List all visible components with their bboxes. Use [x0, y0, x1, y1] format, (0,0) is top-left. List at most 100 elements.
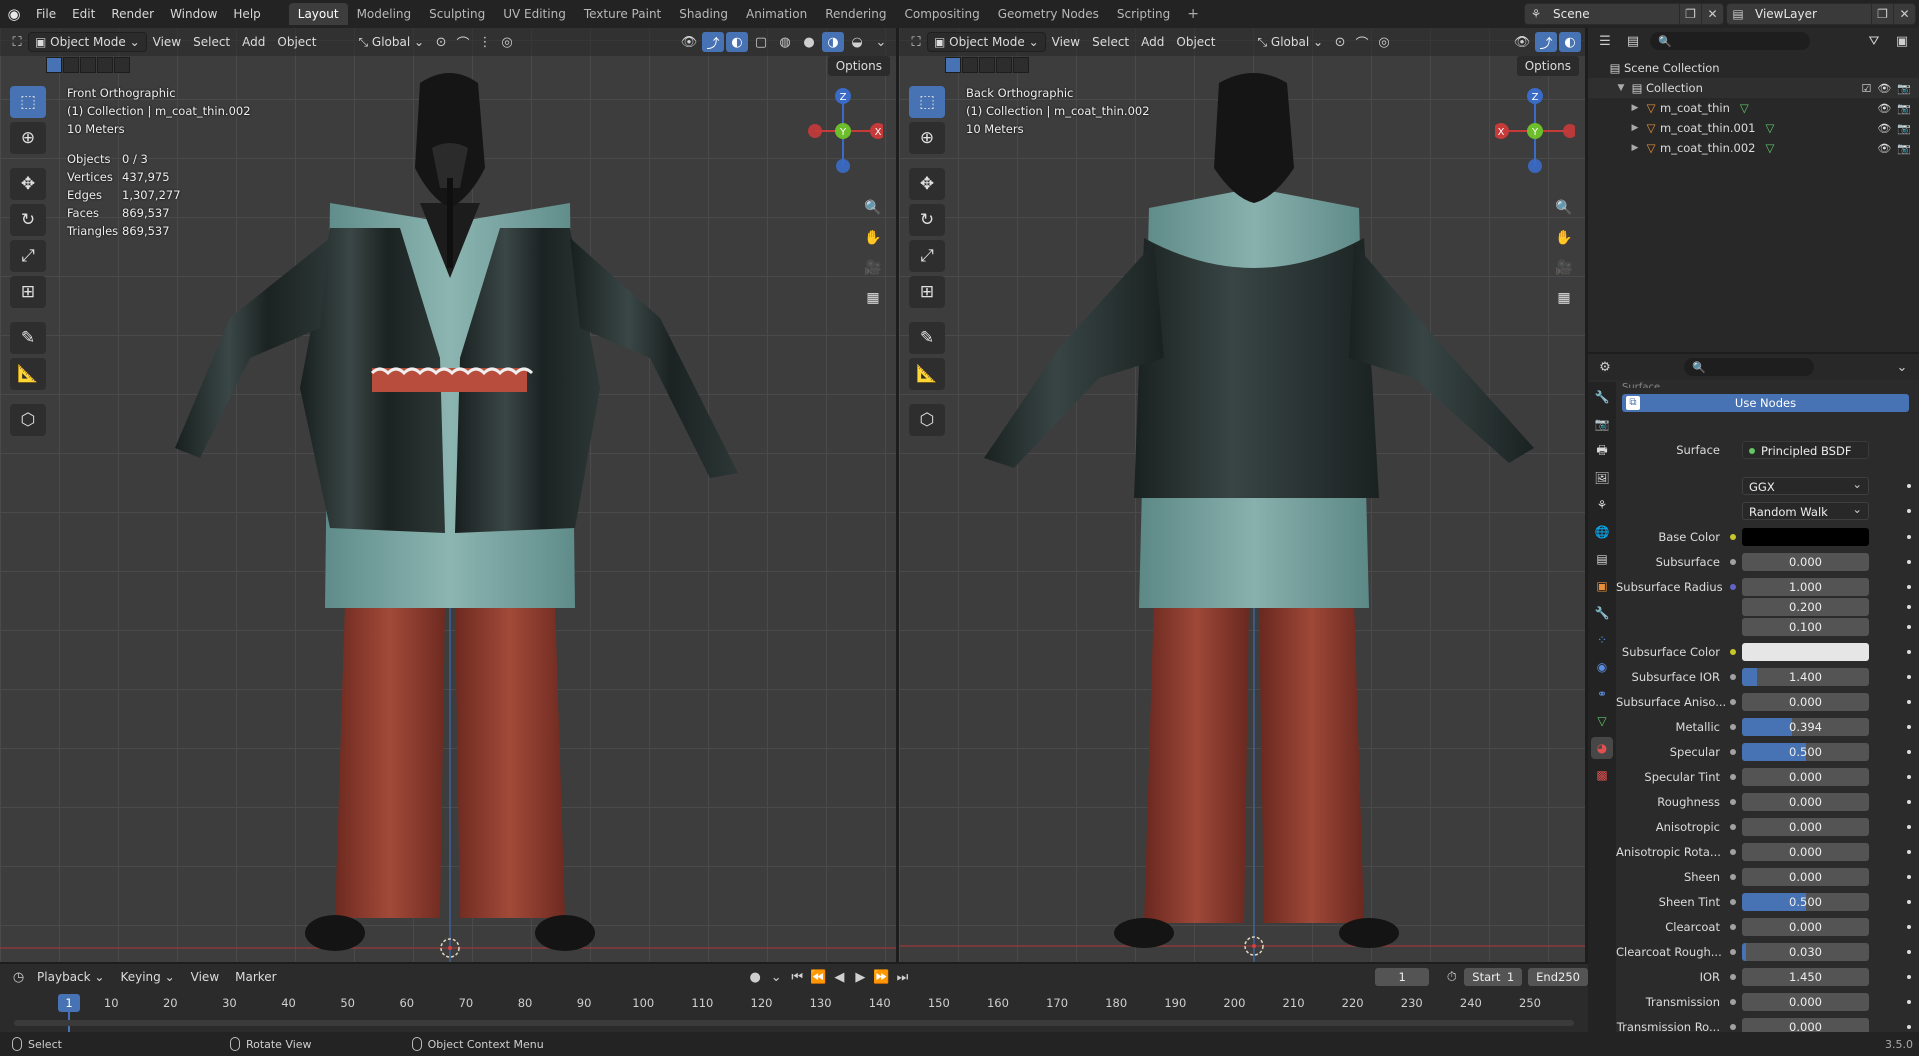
- keyframe-dot[interactable]: [1907, 535, 1911, 539]
- scale-tool-icon[interactable]: ⤢: [909, 240, 945, 272]
- keyframe-dot[interactable]: [1907, 605, 1911, 609]
- keyframe-dot[interactable]: [1907, 900, 1911, 904]
- new-scene-icon[interactable]: ❐: [1679, 4, 1701, 24]
- value-slider[interactable]: 0.000: [1742, 868, 1869, 886]
- camera-render-icon[interactable]: 📷: [1897, 142, 1911, 155]
- tab-scripting[interactable]: Scripting: [1108, 3, 1179, 25]
- scale-tool-icon[interactable]: ⤢: [10, 240, 46, 272]
- snap-target-icon[interactable]: ⋮: [474, 32, 496, 52]
- socket-icon[interactable]: [1728, 822, 1738, 832]
- keyframe-dot[interactable]: [1907, 925, 1911, 929]
- eye-icon[interactable]: 👁: [1877, 122, 1891, 135]
- keyframe-dot[interactable]: [1907, 875, 1911, 879]
- camera-icon[interactable]: 🎥: [1551, 256, 1577, 280]
- zoom-icon[interactable]: 🔍: [860, 196, 886, 220]
- play-icon[interactable]: ▶: [852, 967, 869, 987]
- modifier-tab-icon[interactable]: 🔧: [1591, 602, 1613, 624]
- menu-object[interactable]: Object: [271, 32, 322, 52]
- new-collection-icon[interactable]: ▣: [1891, 31, 1913, 51]
- transform-orientation-dropdown[interactable]: ⤡ Global ⌄: [352, 32, 430, 52]
- snap-icon[interactable]: ⌒: [452, 32, 474, 52]
- menu-edit[interactable]: Edit: [64, 3, 103, 25]
- new-view-layer-icon[interactable]: ❐: [1871, 4, 1893, 24]
- value-slider[interactable]: 0.500: [1742, 743, 1869, 761]
- tab-texture-paint[interactable]: Texture Paint: [575, 3, 670, 25]
- outliner-row-collection[interactable]: ▼ ▤ Collection ☑ 👁 📷: [1588, 78, 1919, 98]
- menu-view[interactable]: View: [1046, 32, 1086, 52]
- eye-icon[interactable]: 👁: [1877, 82, 1891, 95]
- gizmo-neg-x-axis[interactable]: [1563, 124, 1575, 138]
- socket-icon[interactable]: [1728, 997, 1738, 1007]
- expand-arrow-icon[interactable]: ▶: [1628, 123, 1642, 133]
- value-slider[interactable]: 0.000: [1742, 793, 1869, 811]
- play-reverse-icon[interactable]: ◀: [831, 967, 848, 987]
- select-extend-icon[interactable]: [63, 57, 79, 73]
- camera-render-icon[interactable]: 📷: [1897, 82, 1911, 95]
- socket-icon[interactable]: [1728, 722, 1738, 732]
- socket-icon[interactable]: [1728, 582, 1738, 592]
- editor-type-icon[interactable]: ⚙: [1594, 357, 1616, 377]
- wireframe-shading-icon[interactable]: ◍: [774, 32, 796, 52]
- collapse-arrow-icon[interactable]: ▼: [1614, 83, 1628, 93]
- menu-keying[interactable]: Keying ⌄: [114, 967, 180, 987]
- tab-sculpting[interactable]: Sculpting: [420, 3, 494, 25]
- camera-icon[interactable]: 🎥: [860, 256, 886, 280]
- transform-orientation-dropdown[interactable]: ⤡ Global ⌄: [1251, 32, 1329, 52]
- next-keyframe-icon[interactable]: ⏩: [873, 967, 890, 987]
- keyframe-dot[interactable]: [1907, 1000, 1911, 1004]
- socket-icon[interactable]: [1728, 872, 1738, 882]
- material-tab-icon[interactable]: ◕: [1591, 737, 1613, 759]
- keyframe-dot[interactable]: [1907, 750, 1911, 754]
- measure-tool-icon[interactable]: 📐: [10, 358, 46, 390]
- value-slider[interactable]: 0.000: [1742, 768, 1869, 786]
- value-slider[interactable]: 1.400: [1742, 668, 1869, 686]
- value-slider[interactable]: 0.500: [1742, 893, 1869, 911]
- keyframe-dot[interactable]: [1907, 509, 1911, 513]
- menu-render[interactable]: Render: [103, 3, 162, 25]
- tab-geometry-nodes[interactable]: Geometry Nodes: [989, 3, 1108, 25]
- view-layer-tab-icon[interactable]: 🖼: [1591, 467, 1613, 489]
- tab-rendering[interactable]: Rendering: [816, 3, 895, 25]
- outliner-row-object[interactable]: ▶ ▽ m_coat_thin.001 ▽ 👁 📷: [1588, 118, 1919, 138]
- socket-icon[interactable]: [1728, 557, 1738, 567]
- delete-view-layer-icon[interactable]: ✕: [1893, 4, 1915, 24]
- select-extend-icon[interactable]: [962, 57, 978, 73]
- subsurface-method-dropdown[interactable]: Random Walk: [1742, 502, 1869, 520]
- menu-file[interactable]: File: [28, 3, 64, 25]
- scene-tab-icon[interactable]: ⚘: [1591, 494, 1613, 516]
- keyframe-dot[interactable]: [1907, 825, 1911, 829]
- keyframe-dot[interactable]: [1907, 850, 1911, 854]
- options-dropdown[interactable]: Options: [827, 56, 890, 76]
- prev-keyframe-icon[interactable]: ⏪: [810, 967, 827, 987]
- shading-options-icon[interactable]: ⌄: [870, 32, 892, 52]
- outliner-search-input[interactable]: 🔍: [1650, 32, 1810, 50]
- tab-layout[interactable]: Layout: [288, 3, 348, 25]
- particles-tab-icon[interactable]: ⁘: [1591, 629, 1613, 651]
- navigation-gizmo[interactable]: Z X Y: [803, 86, 883, 176]
- zoom-icon[interactable]: 🔍: [1551, 196, 1577, 220]
- socket-icon[interactable]: [1728, 672, 1738, 682]
- jump-end-icon[interactable]: ⏭: [894, 967, 911, 987]
- value-slider[interactable]: 0.100: [1742, 618, 1869, 636]
- pan-hand-icon[interactable]: ✋: [860, 226, 886, 250]
- measure-tool-icon[interactable]: 📐: [909, 358, 945, 390]
- blender-logo-icon[interactable]: ◉: [0, 0, 28, 28]
- menu-window[interactable]: Window: [162, 3, 225, 25]
- checkbox-icon[interactable]: ☑: [1861, 82, 1871, 95]
- rotate-tool-icon[interactable]: ↻: [10, 204, 46, 236]
- add-cube-tool-icon[interactable]: ⬡: [10, 404, 46, 436]
- keyframe-dot[interactable]: [1907, 800, 1911, 804]
- gizmo-neg-z-axis[interactable]: [1528, 159, 1542, 173]
- collection-tab-icon[interactable]: ▤: [1591, 548, 1613, 570]
- keyframe-dot[interactable]: [1907, 484, 1911, 488]
- editor-type-icon[interactable]: ☰: [1594, 31, 1616, 51]
- value-slider[interactable]: 1.000: [1742, 578, 1869, 596]
- socket-icon[interactable]: [1728, 647, 1738, 657]
- socket-icon[interactable]: [1728, 947, 1738, 957]
- menu-select[interactable]: Select: [1086, 32, 1135, 52]
- viewport-back[interactable]: ⛶ ▣ Object Mode ⌄ View Select Add Object…: [899, 28, 1585, 962]
- move-tool-icon[interactable]: ✥: [909, 168, 945, 200]
- transform-tool-icon[interactable]: ⊞: [909, 276, 945, 308]
- menu-add[interactable]: Add: [236, 32, 271, 52]
- grid-perspective-icon[interactable]: ▦: [860, 286, 886, 310]
